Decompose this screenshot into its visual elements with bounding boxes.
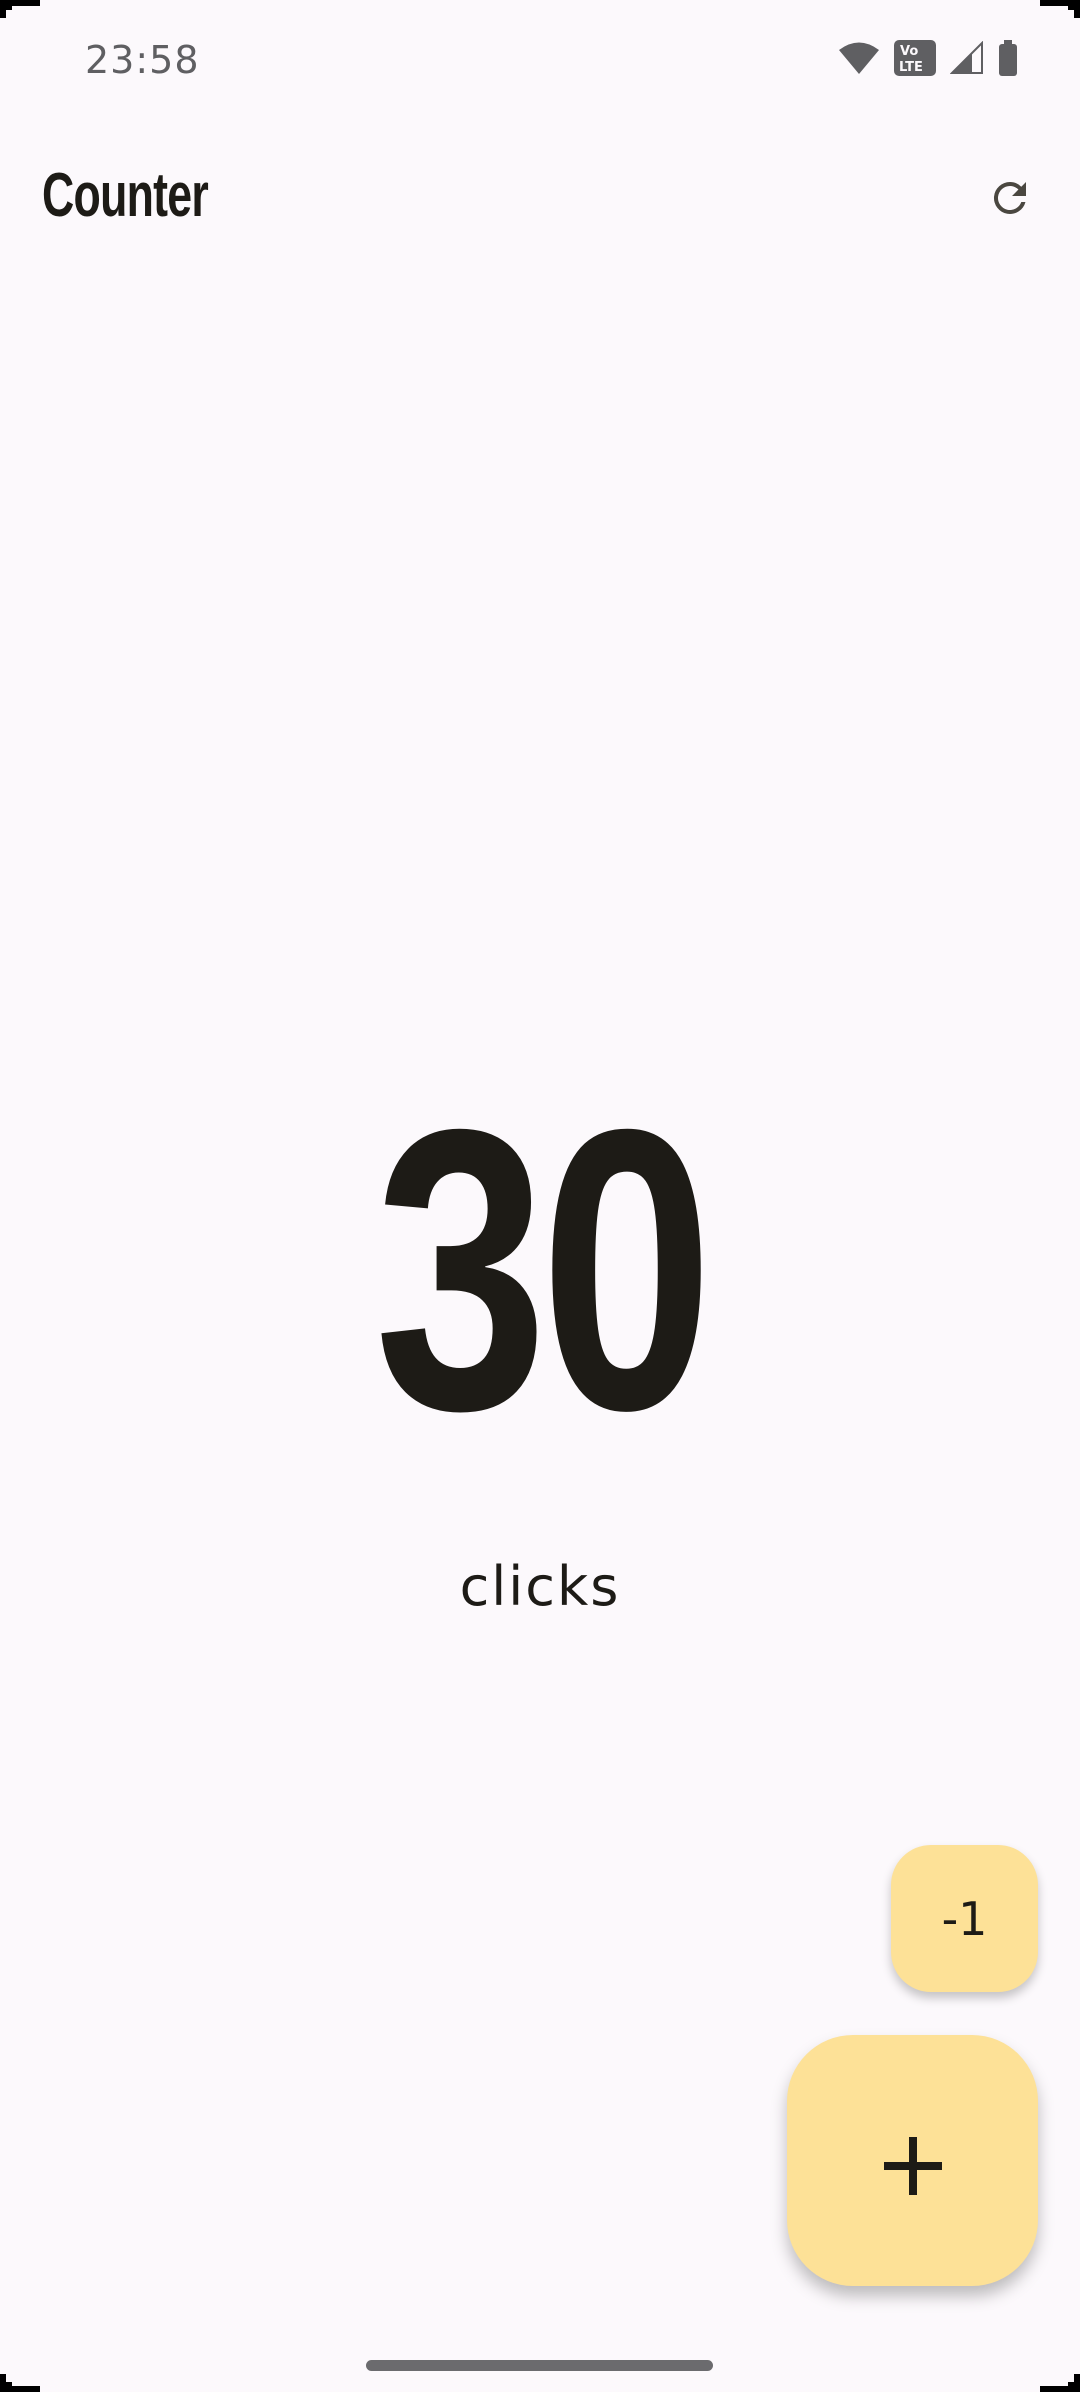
status-bar: 23:58 Vo LTE [0,0,1080,120]
gesture-bar[interactable] [366,2360,713,2371]
svg-text:LTE: LTE [899,60,923,75]
corner-bottom-right [1040,2374,1080,2392]
corner-top-right [1040,0,1080,18]
wifi-icon [838,41,880,75]
battery-icon [998,40,1018,76]
reset-button[interactable] [970,160,1050,240]
svg-text:Vo: Vo [900,44,918,59]
app-title: Counter [42,161,209,230]
corner-bottom-left [0,2374,40,2392]
screen: 23:58 Vo LTE Counter 30 clicks -1 [0,0,1080,2392]
decrement-button[interactable]: -1 [891,1845,1038,1992]
increment-button[interactable] [787,2035,1038,2286]
decrement-label: -1 [941,1891,988,1946]
volte-icon: Vo LTE [894,40,936,76]
refresh-icon [986,174,1034,226]
app-bar: Counter [0,150,1080,250]
counter-label: clicks [459,1555,621,1618]
plus-icon [878,2091,948,2230]
corner-top-left [0,0,40,18]
status-time: 23:58 [85,38,200,82]
status-icons: Vo LTE [838,40,1018,76]
counter-value: 30 [374,1046,713,1493]
signal-icon [950,41,984,75]
